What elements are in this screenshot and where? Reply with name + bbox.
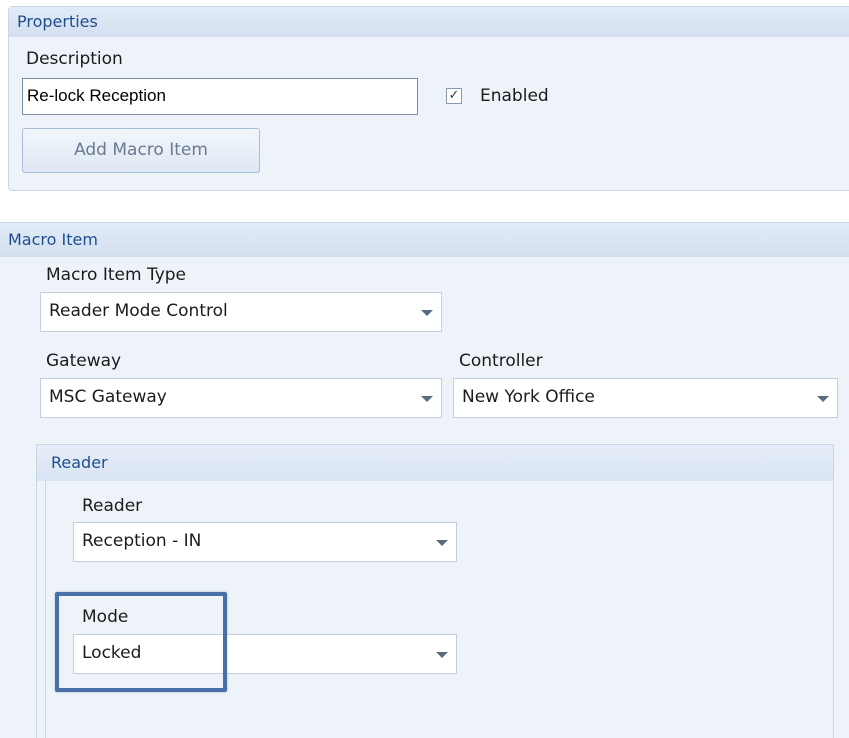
reader-panel: Reader — [36, 444, 834, 738]
reader-label: Reader — [82, 496, 143, 516]
controller-select[interactable]: New York Office — [453, 378, 838, 418]
description-label: Description — [26, 49, 123, 69]
gateway-value: MSC Gateway — [49, 387, 167, 407]
controller-value: New York Office — [462, 387, 595, 407]
enabled-label: Enabled — [480, 86, 549, 106]
macro-item-type-select[interactable]: Reader Mode Control — [40, 292, 442, 332]
reader-header: Reader — [37, 445, 833, 481]
chevron-down-icon — [436, 652, 448, 658]
controller-label: Controller — [459, 351, 543, 371]
add-macro-item-button[interactable]: Add Macro Item — [22, 128, 260, 173]
chevron-down-icon — [436, 540, 448, 546]
enabled-checkbox[interactable]: ✓ — [446, 88, 462, 104]
gateway-select[interactable]: MSC Gateway — [40, 378, 442, 418]
chevron-down-icon — [421, 396, 433, 402]
macro-item-type-label: Macro Item Type — [46, 265, 187, 285]
description-input[interactable]: Re-lock Reception — [22, 78, 418, 115]
macro-item-header: Macro Item — [0, 223, 849, 257]
gateway-label: Gateway — [46, 351, 122, 371]
check-icon: ✓ — [448, 88, 460, 103]
chevron-down-icon — [421, 310, 433, 316]
mode-highlight-box — [55, 592, 227, 692]
reader-select[interactable]: Reception - IN — [73, 522, 457, 562]
reader-value: Reception - IN — [82, 531, 202, 551]
chevron-down-icon — [817, 396, 829, 402]
macro-item-type-value: Reader Mode Control — [49, 301, 228, 321]
properties-header: Properties — [9, 7, 849, 37]
